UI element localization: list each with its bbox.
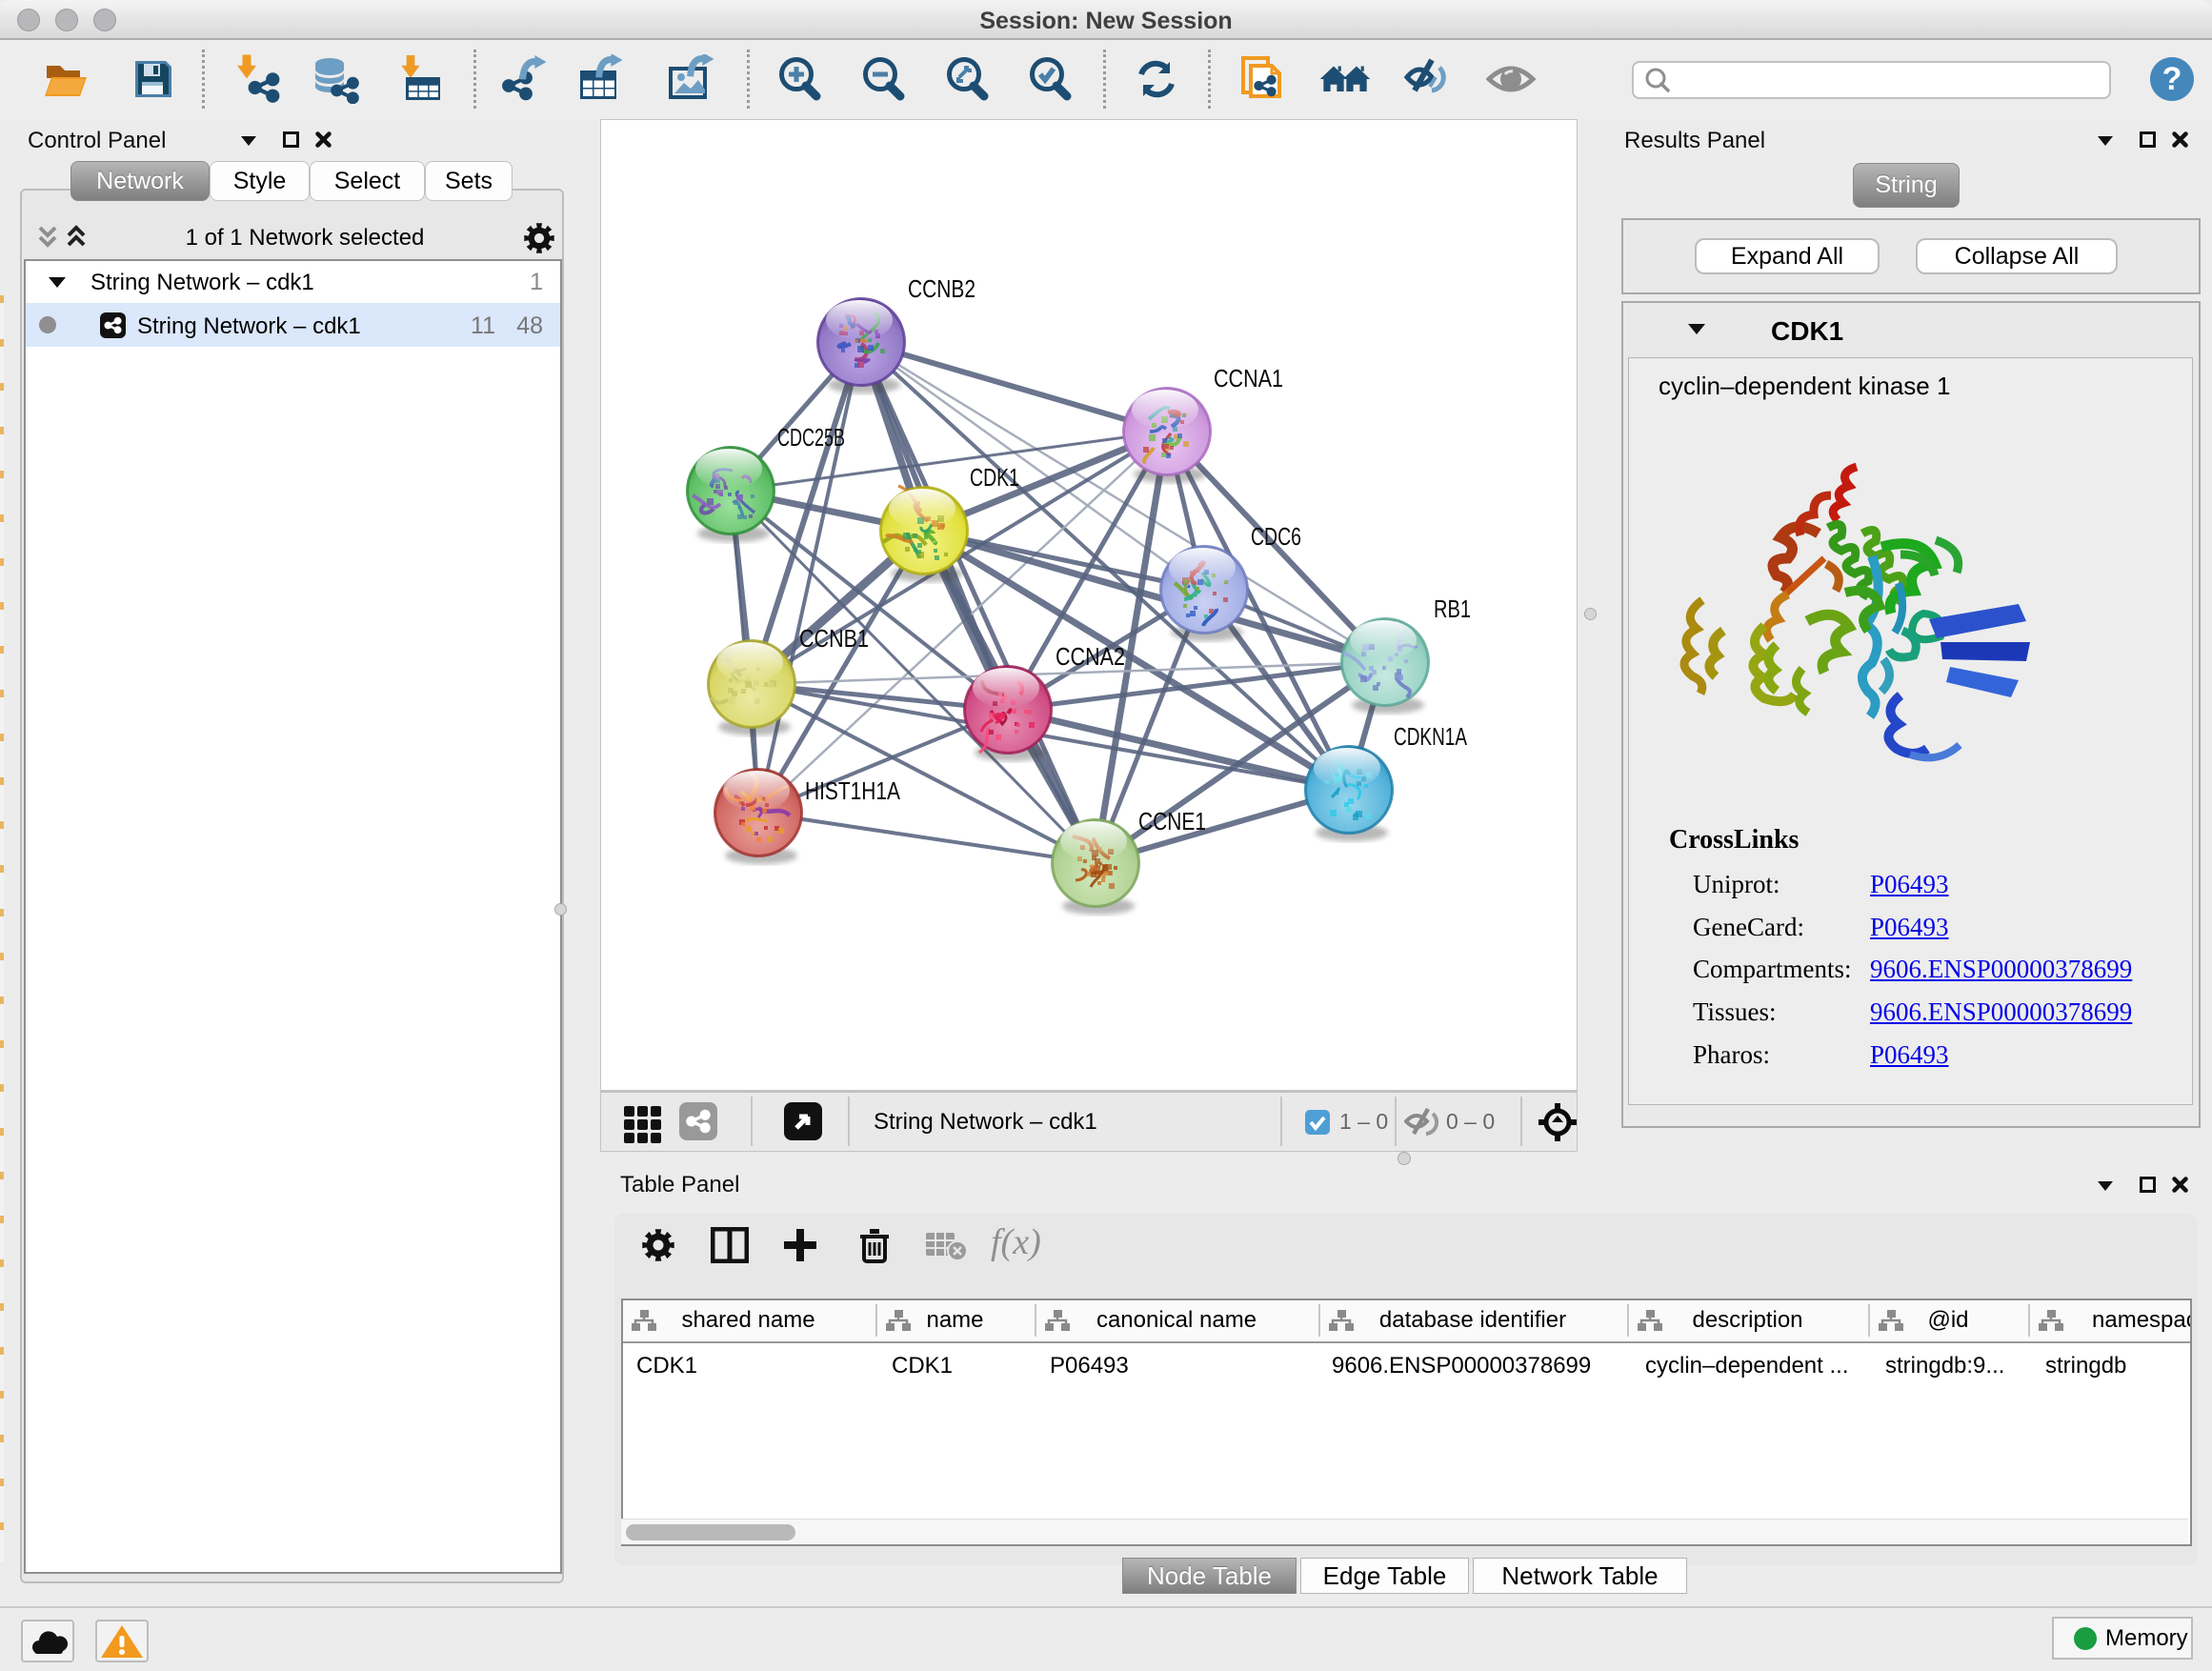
svg-text:CCNA1: CCNA1	[1214, 364, 1283, 393]
svg-text:CDC25B: CDC25B	[777, 423, 845, 452]
svg-text:CDK1: CDK1	[970, 463, 1019, 492]
svg-text:?: ?	[2162, 61, 2182, 97]
svg-text:CDKN1A: CDKN1A	[1394, 722, 1467, 751]
svg-text:CCNB2: CCNB2	[908, 274, 975, 303]
svg-text:HIST1H1A: HIST1H1A	[805, 776, 901, 805]
svg-text:CCNE1: CCNE1	[1138, 807, 1206, 836]
svg-text:CCNA2: CCNA2	[1056, 642, 1125, 671]
svg-text:CDC6: CDC6	[1251, 522, 1301, 551]
svg-text:CCNB1: CCNB1	[799, 624, 869, 653]
svg-text:RB1: RB1	[1434, 594, 1471, 623]
